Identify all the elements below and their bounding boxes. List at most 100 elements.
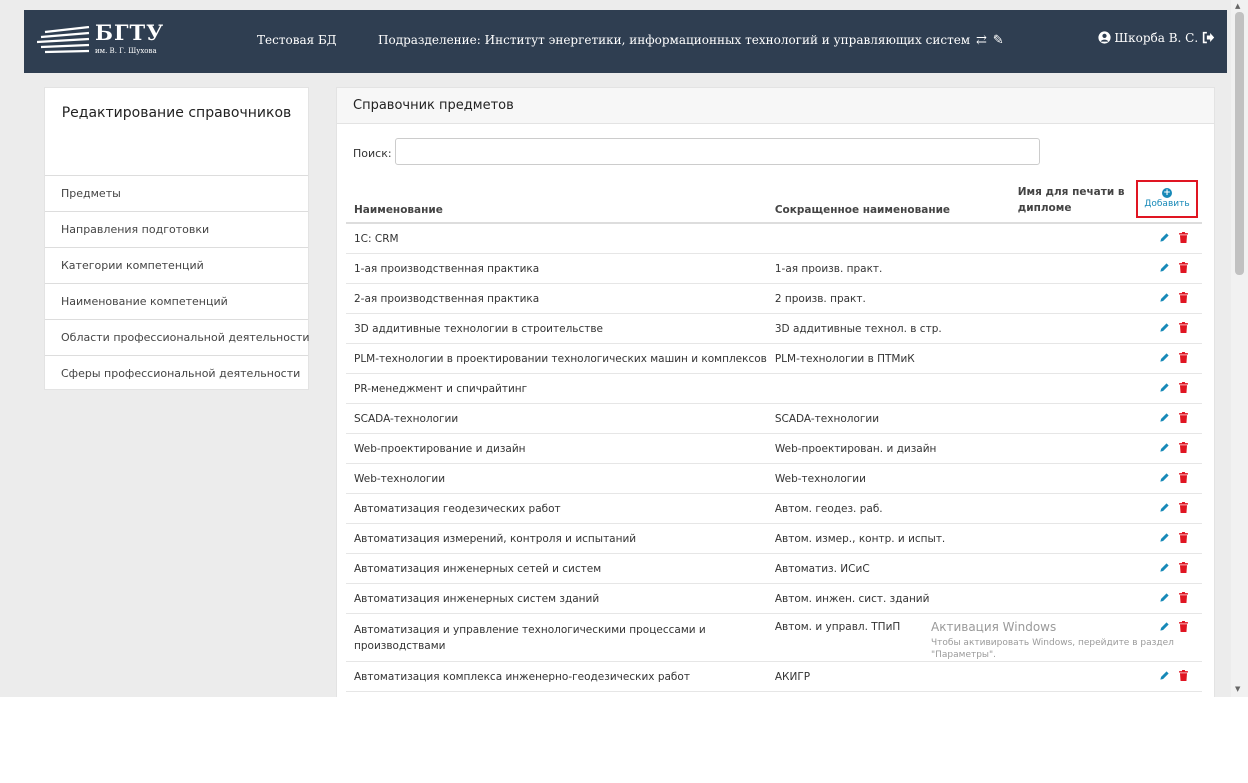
cell-name: Автоматизация и управление технологическ… xyxy=(346,613,767,662)
cell-short-name: Автоматизация НТТК xyxy=(766,691,1010,697)
delete-trash-icon[interactable] xyxy=(1179,441,1188,456)
cell-short-name: Автом. измер., контр. и испыт. xyxy=(766,523,1010,554)
edit-pencil-icon[interactable] xyxy=(1159,262,1170,276)
cell-name: 1С: CRM xyxy=(346,223,767,254)
column-header-short-name[interactable]: Сокращенное наименование xyxy=(766,175,1010,224)
edit-pencil-icon[interactable] xyxy=(1159,592,1170,606)
edit-pencil-icon[interactable] xyxy=(1159,412,1170,426)
logout-icon[interactable] xyxy=(1202,31,1215,44)
cell-short-name: Автом. инжен. сист. зданий xyxy=(766,583,1010,614)
actions-header: + Добавить xyxy=(1124,175,1202,224)
sidebar-item-professional-areas[interactable]: Области профессиональной деятельности xyxy=(45,320,310,356)
scroll-up-icon[interactable]: ▲ xyxy=(1235,2,1240,10)
table-row: SCADA-технологии SCADA-технологии xyxy=(346,403,1202,434)
scrollbar-thumb[interactable] xyxy=(1235,12,1244,275)
cell-short-name: Автоматиз. ИСиС xyxy=(766,553,1010,584)
cell-print-name xyxy=(1009,313,1125,344)
delete-trash-icon[interactable] xyxy=(1179,501,1188,516)
delete-trash-icon[interactable] xyxy=(1179,291,1188,306)
sidebar-item-training-directions[interactable]: Направления подготовки xyxy=(45,212,308,248)
cell-name: PLM-технологии в проектировании технолог… xyxy=(346,343,767,374)
unit-selector[interactable]: Подразделение: Институт энергетики, инфо… xyxy=(378,33,1004,48)
cell-print-name xyxy=(1009,253,1125,284)
edit-pencil-icon[interactable] xyxy=(1159,472,1170,486)
pencil-icon[interactable]: ✎ xyxy=(993,33,1004,48)
cell-name: Автоматизация комплекса инженерно-геодез… xyxy=(346,661,767,692)
user-menu[interactable]: Шкорба В. С. xyxy=(1098,31,1215,45)
sidebar-title: Редактирование справочников xyxy=(45,88,308,176)
add-button-label: Добавить xyxy=(1144,199,1190,209)
unit-label: Подразделение: Институт энергетики, инфо… xyxy=(378,33,971,47)
user-name: Шкорба В. С. xyxy=(1114,31,1199,45)
row-actions xyxy=(1124,433,1202,464)
delete-trash-icon[interactable] xyxy=(1179,231,1188,246)
delete-trash-icon[interactable] xyxy=(1179,411,1188,426)
edit-pencil-icon[interactable] xyxy=(1159,292,1170,306)
delete-trash-icon[interactable] xyxy=(1179,351,1188,366)
logo[interactable]: БГТУ им. В. Г. Шухова xyxy=(37,20,197,62)
sidebar: Редактирование справочников Предметы Нап… xyxy=(44,87,310,391)
add-button[interactable]: + Добавить xyxy=(1136,180,1198,218)
cell-short-name: АКИГР xyxy=(766,661,1010,692)
delete-trash-icon[interactable] xyxy=(1179,669,1188,684)
sidebar-item-competence-names[interactable]: Наименование компетенций xyxy=(45,284,308,320)
row-actions xyxy=(1124,661,1202,692)
sidebar-item-competence-categories[interactable]: Категории компетенций xyxy=(45,248,308,284)
search-input[interactable] xyxy=(395,138,1040,165)
table-row: Автоматизация наземных транспортно-техно… xyxy=(346,691,1202,697)
column-header-print-name[interactable]: Имя для печати в дипломе xyxy=(1009,175,1125,224)
user-circle-icon xyxy=(1098,31,1111,44)
cell-name: 2-ая производственная практика xyxy=(346,283,767,314)
edit-pencil-icon[interactable] xyxy=(1159,322,1170,336)
edit-pencil-icon[interactable] xyxy=(1159,532,1170,546)
plus-circle-icon: + xyxy=(1162,188,1172,198)
cell-name: Автоматизация измерений, контроля и испы… xyxy=(346,523,767,554)
cell-name: Автоматизация инженерных сетей и систем xyxy=(346,553,767,584)
row-actions xyxy=(1124,343,1202,374)
row-actions xyxy=(1124,223,1202,254)
edit-pencil-icon[interactable] xyxy=(1159,562,1170,576)
windows-activation-watermark: Активация Windows Чтобы активировать Win… xyxy=(931,620,1211,661)
logo-lines-icon xyxy=(37,26,90,54)
delete-trash-icon[interactable] xyxy=(1179,561,1188,576)
cell-print-name xyxy=(1009,583,1125,614)
subjects-card: Справочник предметов Поиск: Наименование… xyxy=(336,87,1215,697)
cell-name: Автоматизация инженерных систем зданий xyxy=(346,583,767,614)
table-row: Web-проектирование и дизайн Web-проектиро… xyxy=(346,433,1202,464)
scroll-down-icon[interactable]: ▼ xyxy=(1235,685,1240,693)
sidebar-item-professional-spheres[interactable]: Сферы профессиональной деятельности xyxy=(45,356,308,391)
cell-name: PR-менеджмент и спичрайтинг xyxy=(346,373,767,404)
swap-icon[interactable]: ⇄ xyxy=(976,33,987,48)
delete-trash-icon[interactable] xyxy=(1179,261,1188,276)
cell-short-name: SCADA-технологии xyxy=(766,403,1010,434)
cell-short-name: Автом. геодез. раб. xyxy=(766,493,1010,524)
delete-trash-icon[interactable] xyxy=(1179,531,1188,546)
cell-print-name xyxy=(1009,343,1125,374)
delete-trash-icon[interactable] xyxy=(1179,381,1188,396)
page-scrollbar[interactable]: ▲ ▼ xyxy=(1231,0,1248,697)
delete-trash-icon[interactable] xyxy=(1179,321,1188,336)
edit-pencil-icon[interactable] xyxy=(1159,502,1170,516)
edit-pencil-icon[interactable] xyxy=(1159,232,1170,246)
edit-pencil-icon[interactable] xyxy=(1159,670,1170,684)
cell-name: 3D аддитивные технологии в строительстве xyxy=(346,313,767,344)
cell-short-name: Web-технологии xyxy=(766,463,1010,494)
edit-pencil-icon[interactable] xyxy=(1159,442,1170,456)
row-actions xyxy=(1124,253,1202,284)
cell-name: 1-ая производственная практика xyxy=(346,253,767,284)
cell-short-name: Web-проектирован. и дизайн xyxy=(766,433,1010,464)
database-label[interactable]: Тестовая БД xyxy=(257,33,337,47)
column-header-name[interactable]: Наименование xyxy=(346,175,767,224)
table-row: PR-менеджмент и спичрайтинг xyxy=(346,373,1202,404)
delete-trash-icon[interactable] xyxy=(1179,591,1188,606)
delete-trash-icon[interactable] xyxy=(1179,471,1188,486)
cell-print-name xyxy=(1009,493,1125,524)
edit-pencil-icon[interactable] xyxy=(1159,382,1170,396)
table-row: Автоматизация геодезических работ Автом. … xyxy=(346,493,1202,524)
search-label: Поиск: xyxy=(353,147,392,160)
row-actions xyxy=(1124,523,1202,554)
edit-pencil-icon[interactable] xyxy=(1159,352,1170,366)
sidebar-item-subjects[interactable]: Предметы xyxy=(45,176,308,212)
cell-name: SCADA-технологии xyxy=(346,403,767,434)
table-row: Web-технологии Web-технологии xyxy=(346,463,1202,494)
